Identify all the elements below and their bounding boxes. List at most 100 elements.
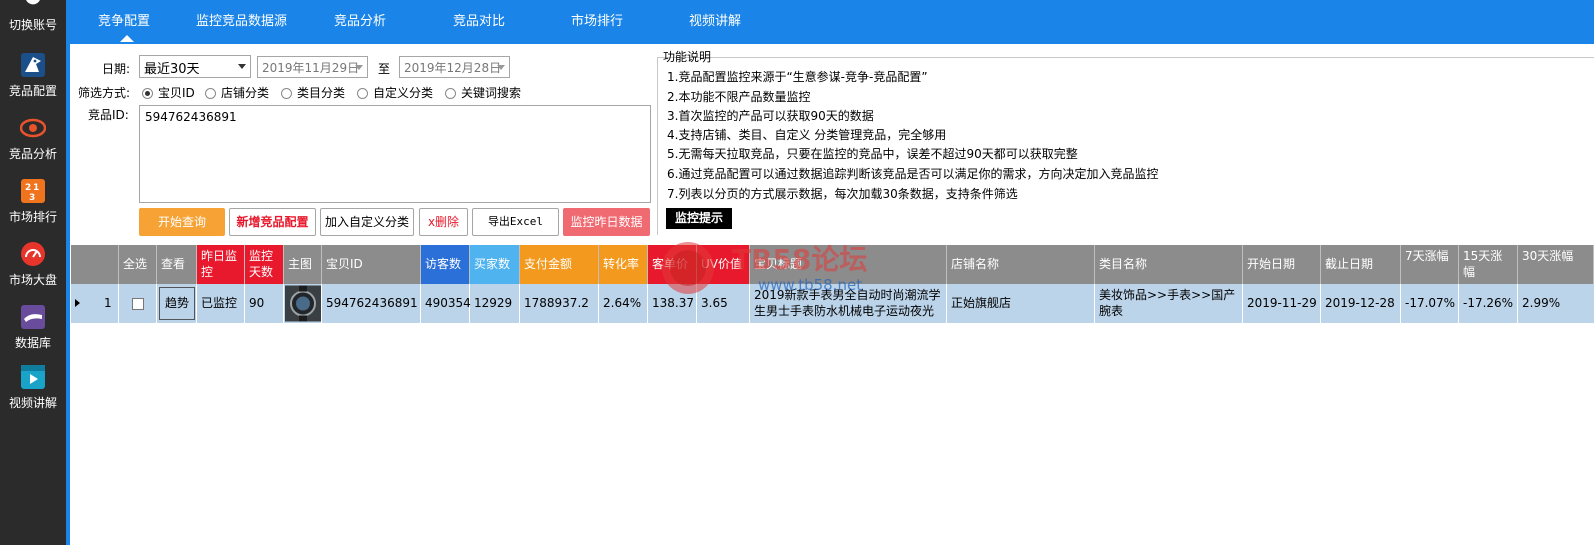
add-custom-category-button[interactable]: 加入自定义分类: [320, 208, 414, 236]
row-conversion: 2.64%: [599, 284, 648, 323]
sidebar-item-label: 切换账号: [8, 18, 57, 32]
active-tab-indicator: [120, 35, 134, 42]
header-payment: 支付金额: [520, 245, 599, 284]
sidebar-item-label: 数据库: [14, 336, 51, 350]
radio-dot: [281, 88, 292, 99]
eagle-icon: [21, 53, 45, 77]
sidebar-item-label: 视频讲解: [8, 396, 57, 410]
radio-label: 宝贝ID: [158, 86, 195, 100]
header-change-15d: 15天涨幅: [1459, 245, 1518, 284]
row-change-30d: 2.99%: [1522, 296, 1561, 310]
sidebar-item-competitor-analysis[interactable]: 竞品分析: [0, 115, 66, 162]
row-item-id: 594762436891: [322, 284, 421, 323]
info-line: 3.首次监控的产品可以获取90天的数据: [667, 109, 874, 123]
tab-competitor-compare[interactable]: 竞品对比: [453, 10, 505, 29]
top-tab-bar: 竞争配置 监控竞品数据源 竞品分析 竞品对比 市场排行 视频讲解: [70, 0, 1594, 44]
sidebar-item-market-overview[interactable]: 市场大盘: [0, 241, 66, 288]
row-index-cell: 1: [71, 284, 119, 323]
radio-label: 关键词搜索: [461, 86, 522, 100]
tab-market-ranking[interactable]: 市场排行: [571, 10, 623, 29]
row-change-15d: -17.26%: [1459, 284, 1518, 323]
switch-account-icon: [26, 0, 40, 5]
info-line: 2.本功能不限产品数量监控: [667, 90, 811, 104]
filter-radio-item-id[interactable]: 宝贝ID: [142, 84, 195, 101]
header-category: 类目名称: [1095, 245, 1243, 284]
sidebar-item-label: 市场大盘: [8, 273, 57, 287]
database-hand-icon: [21, 305, 45, 329]
table-header-row: 全选 查看 昨日监控 监控天数 主图 宝贝ID 访客数 买家数 支付金额 转化率…: [71, 245, 1594, 284]
filter-radio-category[interactable]: 类目分类: [281, 84, 345, 101]
chevron-down-icon: [497, 65, 505, 70]
sidebar-item-label: 竞品配置: [8, 84, 57, 98]
start-date-value: 2019年11月29日: [262, 61, 360, 75]
row-index: 1: [104, 296, 112, 310]
end-date-picker[interactable]: 2019年12月28日: [399, 56, 510, 78]
chevron-down-icon: [355, 65, 363, 70]
sidebar: 切换账号 竞品配置 竞品分析 213 市场排行 市场大盘 数据库 视频讲解: [0, 0, 66, 545]
product-thumbnail-image[interactable]: [285, 285, 321, 322]
sidebar-item-switch-account[interactable]: 切换账号: [0, 0, 66, 33]
row-start-date: 2019-11-29: [1243, 284, 1321, 323]
header-end-date: 截止日期: [1321, 245, 1401, 284]
header-buyers: 买家数: [470, 245, 520, 284]
monitor-yesterday-button[interactable]: 监控昨日数据: [563, 208, 650, 236]
monitor-tip-label: 监控提示: [666, 208, 732, 229]
radio-label: 店铺分类: [221, 86, 270, 100]
sidebar-item-database[interactable]: 数据库: [0, 304, 66, 351]
header-start-date: 开始日期: [1243, 245, 1321, 284]
delete-button[interactable]: x删除: [419, 208, 468, 236]
sidebar-item-label: 市场排行: [8, 210, 57, 224]
svg-text:3: 3: [29, 193, 35, 203]
filter-radio-custom[interactable]: 自定义分类: [357, 84, 433, 101]
header-index: [71, 245, 119, 284]
row-visitors: 490354: [421, 284, 471, 323]
row-checkbox[interactable]: [132, 298, 144, 310]
dashboard-gauge-icon: [21, 242, 45, 266]
header-shop-name: 店铺名称: [947, 245, 1095, 284]
info-line: 5.无需每天拉取竞品，只要在监控的竞品中，误差不超过90天都可以获取完整: [667, 147, 1078, 161]
start-query-button[interactable]: 开始查询: [139, 208, 225, 236]
info-line: 6.通过竞品配置可以通过数据追踪判断该竞品是否可以满足你的需求，方向决定加入竞品…: [667, 167, 1159, 181]
filter-radio-keyword[interactable]: 关键词搜索: [445, 84, 521, 101]
radio-dot: [142, 88, 153, 99]
filter-radio-shop[interactable]: 店铺分类: [205, 84, 269, 101]
sidebar-item-market-ranking[interactable]: 213 市场排行: [0, 178, 66, 225]
sidebar-item-competitor-config[interactable]: 竞品配置: [0, 52, 66, 99]
chevron-down-icon: [238, 64, 246, 69]
date-range-select[interactable]: 最近30天: [139, 55, 251, 78]
sidebar-divider: [66, 0, 70, 545]
row-view-cell: 趋势: [157, 284, 197, 323]
header-select-all[interactable]: 全选: [119, 245, 157, 284]
start-date-picker[interactable]: 2019年11月29日: [257, 56, 368, 78]
ranking-icon: 2 13: [21, 179, 45, 203]
info-line: 7.列表以分页的方式展示数据，每次加载30条数据，支持条件筛选: [667, 187, 1018, 201]
competitor-id-textarea[interactable]: 594762436891: [139, 105, 651, 203]
tab-monitor-source[interactable]: 监控竞品数据源: [196, 10, 287, 29]
to-label: 至: [378, 62, 391, 76]
header-change-7d: 7天涨幅: [1401, 245, 1459, 284]
sidebar-item-video[interactable]: 视频讲解: [0, 364, 66, 411]
header-view: 查看: [157, 245, 197, 284]
header-conversion: 转化率: [599, 245, 648, 284]
tab-competition-config[interactable]: 竞争配置: [98, 10, 150, 29]
tab-competitor-analysis[interactable]: 竞品分析: [334, 10, 386, 29]
export-excel-button[interactable]: 导出Excel: [472, 208, 559, 236]
row-shop-name: 正始旗舰店: [947, 284, 1095, 323]
header-change-30d: 30天涨幅: [1518, 245, 1594, 284]
tab-video-guide[interactable]: 视频讲解: [689, 10, 741, 29]
radio-dot: [357, 88, 368, 99]
row-item-title: 2019新款手表男全自动时尚潮流学生男士手表防水机械电子运动夜光: [750, 284, 947, 323]
row-change-7d: -17.07%: [1401, 284, 1459, 323]
radio-label: 类目分类: [297, 86, 346, 100]
trend-button[interactable]: 趋势: [159, 287, 195, 320]
row-category: 美妆饰品>>手表>>国产腕表: [1095, 284, 1243, 323]
header-item-title: 宝贝标题: [750, 245, 947, 284]
row-monitor-days: 90: [245, 284, 284, 323]
add-config-button[interactable]: 新增竞品配置: [229, 208, 316, 236]
sidebar-item-label: 竞品分析: [8, 147, 57, 161]
row-end-date: 2019-12-28: [1321, 284, 1401, 323]
radio-dot: [445, 88, 456, 99]
table-row[interactable]: 1 趋势 已监控 90 594762436891 490354 12929 17…: [71, 284, 1594, 323]
header-unit-price: 客单价: [648, 245, 697, 284]
header-item-id: 宝贝ID: [322, 245, 421, 284]
